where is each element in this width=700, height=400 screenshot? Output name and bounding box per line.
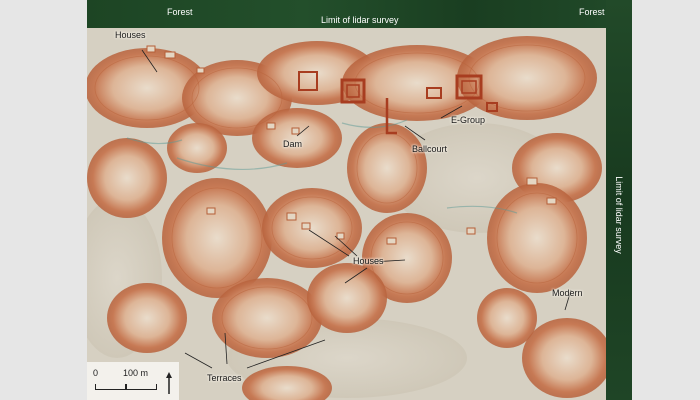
scale-bar-tick	[125, 384, 127, 390]
forest-label-right: Forest	[579, 7, 605, 17]
lidar-limit-label-top: Limit of lidar survey	[321, 15, 399, 25]
label-dam: Dam	[283, 139, 303, 149]
label-houses-center: Houses	[353, 256, 384, 266]
lidar-relief-image	[87, 28, 606, 400]
lidar-limit-label-right-wrap: Limit of lidar survey	[607, 150, 631, 280]
scale-zero-label: 0	[93, 368, 99, 378]
label-ballcourt: Ballcourt	[412, 144, 448, 154]
label-e-group: E-Group	[451, 115, 486, 125]
label-houses-north: Houses	[115, 30, 146, 40]
north-arrow-icon	[166, 372, 172, 394]
scale-distance-label: 100 m	[123, 368, 149, 378]
map-frame: Forest Limit of lidar survey Forest Hous…	[87, 0, 632, 400]
lidar-limit-label-right: Limit of lidar survey	[614, 176, 624, 254]
lidar-relief-map[interactable]: Houses Dam Ballcourt E-Group Houses Mode…	[87, 28, 606, 400]
forest-label-left: Forest	[167, 7, 193, 17]
scale-box: 0 100 m	[87, 362, 179, 400]
label-terraces: Terraces	[207, 373, 242, 383]
label-modern: Modern	[552, 288, 583, 298]
